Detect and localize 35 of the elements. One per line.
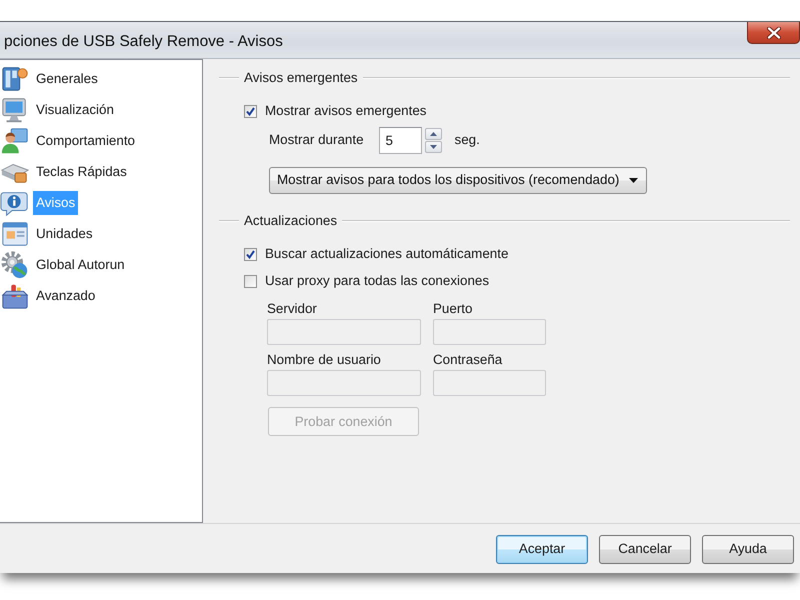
sidebar-item[interactable]: Visualización xyxy=(33,98,117,122)
sidebar-item[interactable]: Global Autorun xyxy=(33,252,128,276)
person-icon xyxy=(0,126,30,156)
group-title: Avisos emergentes xyxy=(243,68,359,87)
checkbox[interactable] xyxy=(244,104,257,118)
sidebar-item[interactable]: Teclas Rápidas xyxy=(33,160,130,184)
spin-down-button[interactable] xyxy=(424,141,442,153)
duration-label: Mostrar durante xyxy=(269,131,364,150)
down-arrow-icon xyxy=(430,145,437,149)
close-icon xyxy=(766,26,780,38)
sidebar-item[interactable]: Generales xyxy=(33,66,101,90)
caret-icon xyxy=(629,178,638,183)
number-field[interactable]: 5 xyxy=(378,127,422,154)
unit-label: seg. xyxy=(454,131,480,150)
window-title: pciones de USB Safely Remove - Avisos xyxy=(3,32,283,52)
field-label: Puerto xyxy=(433,301,472,316)
checkbox[interactable] xyxy=(244,274,257,288)
sidebar-item[interactable]: Comportamiento xyxy=(33,128,138,152)
field-label: Servidor xyxy=(267,301,317,316)
dialog-button[interactable]: Ayuda xyxy=(702,535,794,564)
dialog-button[interactable]: Cancelar xyxy=(599,535,691,564)
checkbox-label[interactable]: Mostrar avisos emergentes xyxy=(265,100,426,122)
checkbox-label[interactable]: Usar proxy para todas las conexiones xyxy=(265,270,490,292)
sidebar-item[interactable]: Unidades xyxy=(33,222,96,246)
dropdown[interactable]: Mostrar avisos para todos los dispositivos (recomendado) xyxy=(269,167,647,194)
checkbox[interactable] xyxy=(244,248,257,260)
checkbox-label[interactable]: Buscar actualizaciones automáticamente xyxy=(265,244,508,264)
field-label: Contraseña xyxy=(433,352,502,368)
dialog-button[interactable]: Aceptar xyxy=(496,535,588,564)
sidebar-item[interactable]: Avanzado xyxy=(33,284,98,308)
field-label: Nombre de usuario xyxy=(267,352,381,368)
group-title: Actualizaciones xyxy=(243,212,338,230)
spin-up-button[interactable] xyxy=(424,128,442,140)
up-arrow-icon xyxy=(430,132,437,136)
close-button[interactable] xyxy=(747,22,800,44)
